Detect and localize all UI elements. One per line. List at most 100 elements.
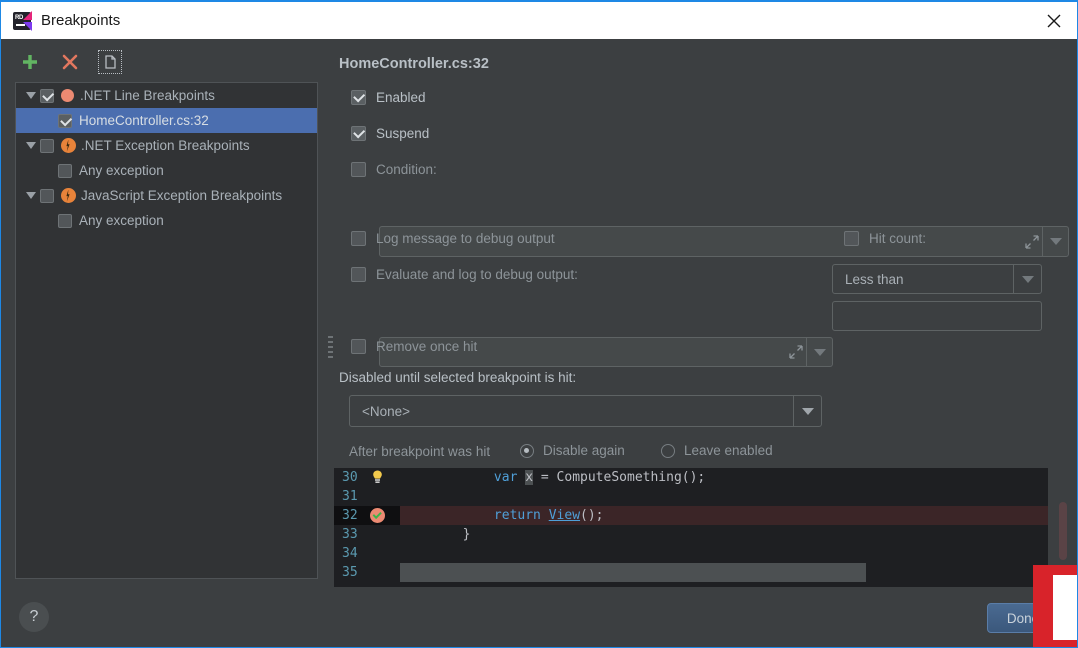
code-lines: 30 var x = ComputeSomething(); 31 32 retur… <box>334 468 1070 582</box>
tree-row[interactable]: HomeController.cs:32 <box>16 108 317 133</box>
expand-icon[interactable] <box>788 344 804 360</box>
condition-dropdown-icon[interactable] <box>1042 227 1068 256</box>
chevron-down-icon[interactable] <box>22 187 40 205</box>
hit-count-checkbox[interactable]: Hit count: <box>844 231 926 246</box>
tree-row[interactable]: Any exception <box>16 158 317 183</box>
rider-logo-icon: RD <box>13 10 32 31</box>
enabled-checkbox[interactable]: Enabled <box>351 90 426 105</box>
code-gutter[interactable]: 30 <box>334 468 400 487</box>
suspend-label: Suspend <box>376 126 430 141</box>
breakpoint-dot-icon <box>61 89 74 102</box>
page-title: HomeController.cs:32 <box>339 56 489 72</box>
breakpoints-list-panel: .NET Line Breakpoints HomeController.cs:3… <box>1 39 334 587</box>
breakpoints-dialog: RD Breakpoints .NET Line Breakpoints Hom… <box>0 0 1078 648</box>
radio-disable-again[interactable]: Disable again <box>520 443 625 458</box>
chevron-down-icon[interactable] <box>22 87 40 105</box>
tree-row-label: Any exception <box>79 163 164 178</box>
edit-breakpoint-source-button[interactable] <box>97 49 123 75</box>
line-number: 33 <box>342 527 358 542</box>
code-preview[interactable]: 30 var x = ComputeSomething(); 31 32 retur… <box>334 468 1070 587</box>
tree-row-checkbox[interactable] <box>58 163 72 178</box>
tree-row-checkbox[interactable] <box>58 113 72 128</box>
code-line-text: } <box>462 527 471 542</box>
code-gutter[interactable]: 35 <box>334 563 400 582</box>
tree-row[interactable]: .NET Exception Breakpoints <box>16 133 317 158</box>
code-highlight-band <box>400 563 866 582</box>
enabled-label: Enabled <box>376 90 426 105</box>
code-line: 31 <box>334 487 1070 506</box>
breakpoint-details-panel: HomeController.cs:32 Enabled Suspend Con… <box>334 39 1077 587</box>
dialog-body: .NET Line Breakpoints HomeController.cs:3… <box>1 39 1077 587</box>
hit-count-operator-dropdown-icon[interactable] <box>1013 265 1041 293</box>
code-gutter[interactable]: 34 <box>334 544 400 563</box>
suspend-checkbox[interactable]: Suspend <box>351 126 429 141</box>
add-breakpoint-button[interactable] <box>17 49 43 75</box>
remove-breakpoint-button[interactable] <box>57 49 83 75</box>
tree-row[interactable]: .NET Line Breakpoints <box>16 83 317 108</box>
checkbox-box <box>351 339 366 354</box>
remove-once-hit-label: Remove once hit <box>376 339 478 354</box>
lightbulb-icon[interactable] <box>372 470 383 484</box>
code-line-text: return View (); <box>400 506 1070 525</box>
log-message-checkbox[interactable]: Log message to debug output <box>351 231 555 246</box>
tree-row-label: Any exception <box>79 213 164 228</box>
tree-row[interactable]: Any exception <box>16 208 317 233</box>
log-message-label: Log message to debug output <box>376 231 555 246</box>
radio-leave-enabled[interactable]: Leave enabled <box>661 443 773 458</box>
checkbox-box <box>351 231 366 246</box>
evaluate-log-label: Evaluate and log to debug output: <box>376 267 578 282</box>
radio-indicator <box>520 443 534 458</box>
tree-row-label: HomeController.cs:32 <box>79 113 209 128</box>
code-line-text: var x = ComputeSomething(); <box>493 470 706 485</box>
evaluate-log-dropdown-icon[interactable] <box>806 338 832 366</box>
code-line: 35 public IActionResult About() <box>334 563 1070 582</box>
tree-row-checkbox[interactable] <box>58 213 72 228</box>
breakpoints-tree[interactable]: .NET Line Breakpoints HomeController.cs:3… <box>15 82 318 579</box>
code-gutter[interactable]: 32 <box>334 506 400 525</box>
hit-count-operator-select[interactable]: Less than <box>832 264 1042 294</box>
panel-splitter[interactable] <box>326 329 334 365</box>
after-hit-label: After breakpoint was hit <box>349 444 491 459</box>
expand-icon[interactable] <box>1024 234 1040 250</box>
disabled-until-label: Disabled until selected breakpoint is hi… <box>339 370 577 385</box>
disabled-until-value: <None> <box>362 403 411 419</box>
radio-leave-enabled-label: Leave enabled <box>684 443 773 458</box>
code-line-text <box>400 487 1070 506</box>
condition-label: Condition: <box>376 162 437 177</box>
code-line: 30 var x = ComputeSomething(); <box>334 468 1070 487</box>
code-gutter[interactable]: 31 <box>334 487 400 506</box>
chevron-down-icon[interactable] <box>22 137 40 155</box>
help-button[interactable]: ? <box>19 602 49 632</box>
tree-row-checkbox[interactable] <box>40 138 54 153</box>
radio-indicator <box>661 443 675 458</box>
hit-count-value-input[interactable] <box>832 301 1042 331</box>
window-title: Breakpoints <box>41 12 121 29</box>
breakpoint-checked-icon[interactable] <box>370 508 385 523</box>
checkbox-box <box>844 231 859 246</box>
evaluate-log-checkbox[interactable]: Evaluate and log to debug output: <box>351 267 578 282</box>
code-line: 33 } <box>334 525 1070 544</box>
disabled-until-dropdown-icon[interactable] <box>793 396 821 426</box>
code-line: 32 return View (); <box>334 506 1070 525</box>
condition-checkbox[interactable]: Condition: <box>351 162 437 177</box>
remove-once-hit-checkbox[interactable]: Remove once hit <box>351 339 477 354</box>
tree-row-checkbox[interactable] <box>40 88 54 103</box>
code-scrollbar-thumb[interactable] <box>1059 502 1067 560</box>
breakpoints-toolbar <box>1 47 331 77</box>
close-icon[interactable] <box>1031 2 1077 39</box>
radio-disable-again-label: Disable again <box>543 443 625 458</box>
line-number: 32 <box>342 508 358 523</box>
dialog-footer: ? Done <box>1 587 1077 647</box>
tree-row-checkbox[interactable] <box>40 188 54 203</box>
exception-icon <box>61 138 76 153</box>
tree-row[interactable]: JavaScript Exception Breakpoints <box>16 183 317 208</box>
checkbox-box <box>351 126 366 141</box>
exception-icon <box>61 188 76 203</box>
hit-count-label: Hit count: <box>869 231 927 246</box>
line-number: 31 <box>342 489 358 504</box>
done-button[interactable]: Done <box>987 603 1059 633</box>
disabled-until-select[interactable]: <None> <box>349 395 822 427</box>
code-gutter[interactable]: 33 <box>334 525 400 544</box>
